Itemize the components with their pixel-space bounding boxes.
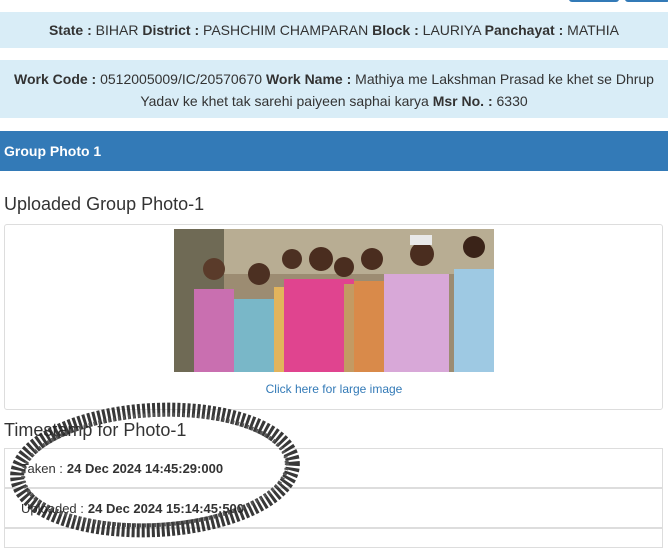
work-code-value: 0512005009/IC/20570670 [100, 71, 263, 87]
taken-value: 24 Dec 2024 14:45:29:000 [66, 460, 224, 476]
block-label: Block : [372, 22, 419, 38]
district-value: PASHCHIM CHAMPARAN [203, 22, 369, 38]
taken-row: Taken : 24 Dec 2024 14:45:29:000 [4, 448, 663, 488]
timestamp-heading: Timestamp for Photo-1 [4, 420, 187, 440]
uploaded-heading: Uploaded Group Photo-1 [4, 194, 205, 214]
location-band: State : BIHAR District : PASHCHIM CHAMPA… [0, 12, 668, 48]
top-button-2[interactable] [625, 0, 668, 2]
group-photo-image [174, 229, 494, 372]
block-value: LAURIYA [422, 22, 481, 38]
group-photo[interactable] [174, 229, 494, 372]
state-label: State : [48, 22, 92, 38]
work-code-label: Work Code : [14, 71, 97, 87]
panchayat-label: Panchayat : [484, 22, 564, 38]
state-value: BIHAR [95, 22, 139, 38]
top-button-1[interactable] [569, 0, 619, 2]
panchayat-value: MATHIA [567, 22, 620, 38]
large-image-link[interactable]: Click here for large image [0, 382, 668, 396]
next-row [4, 528, 663, 548]
district-label: District : [142, 22, 200, 38]
uploaded-row: Uploaded : 24 Dec 2024 15:14:45:500 [4, 488, 663, 528]
msr-value: 6330 [496, 93, 528, 109]
group-photo-header: Group Photo 1 [0, 131, 668, 171]
work-band: Work Code : 0512005009/IC/20570670 Work … [0, 60, 668, 118]
uploaded-label: Uploaded : [21, 500, 84, 516]
taken-label: Taken : [21, 460, 63, 476]
msr-label: Msr No. : [432, 93, 493, 109]
work-name-label: Work Name : [265, 71, 352, 87]
uploaded-value: 24 Dec 2024 15:14:45:500 [87, 500, 245, 516]
